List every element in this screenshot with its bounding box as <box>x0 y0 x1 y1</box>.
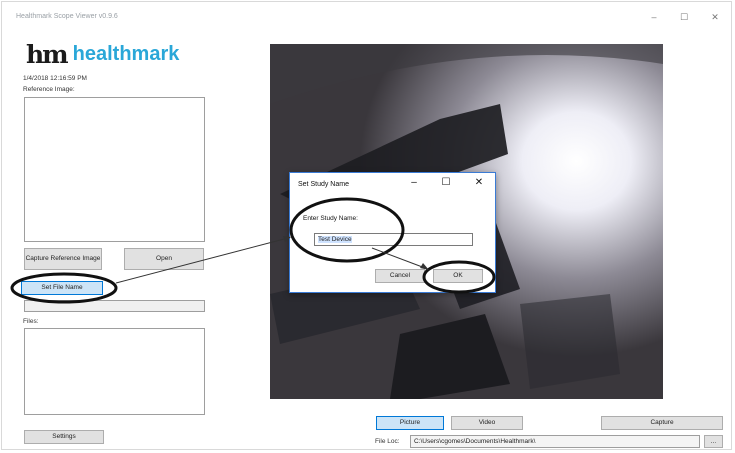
brand-logo: hm healthmark <box>26 40 179 69</box>
open-button[interactable]: Open <box>124 248 204 270</box>
study-name-value: Test Device <box>318 236 352 243</box>
browse-button[interactable]: ... <box>704 435 723 448</box>
capture-button[interactable]: Capture <box>601 416 723 430</box>
minimize-icon[interactable]: – <box>646 11 662 23</box>
study-name-label: Enter Study Name: <box>303 215 358 222</box>
settings-button[interactable]: Settings <box>24 430 104 444</box>
study-name-input[interactable]: Test Device <box>314 233 473 246</box>
dialog-maximize-icon[interactable]: ☐ <box>438 177 454 188</box>
ok-button[interactable]: OK <box>433 269 483 283</box>
brand-name: healthmark <box>72 43 180 65</box>
window-title: Healthmark Scope Viewer v0.9.6 <box>16 13 118 20</box>
files-label: Files: <box>23 318 39 325</box>
set-study-name-dialog: Set Study Name – ☐ ✕ Enter Study Name: T… <box>289 172 496 293</box>
file-loc-field[interactable]: C:\Users\cgomes\Documents\Healthmark\ <box>410 435 700 448</box>
maximize-icon[interactable]: ☐ <box>676 11 692 23</box>
video-button[interactable]: Video <box>451 416 523 430</box>
logo-mark-icon: hm <box>26 40 69 69</box>
dialog-minimize-icon[interactable]: – <box>406 177 422 188</box>
file-loc-label: File Loc: <box>375 438 400 445</box>
cancel-button[interactable]: Cancel <box>375 269 425 283</box>
file-name-field[interactable] <box>24 300 205 312</box>
reference-image-label: Reference Image: <box>23 86 75 93</box>
close-icon[interactable]: ✕ <box>707 11 723 23</box>
timestamp: 1/4/2018 12:16:59 PM <box>23 75 87 82</box>
set-file-name-button[interactable]: Set File Name <box>21 281 103 295</box>
picture-button[interactable]: Picture <box>376 416 444 430</box>
capture-reference-image-button[interactable]: Capture Reference Image <box>24 248 102 270</box>
dialog-title: Set Study Name <box>298 181 349 188</box>
files-list[interactable] <box>24 328 205 415</box>
reference-image-box <box>24 97 205 242</box>
dialog-close-icon[interactable]: ✕ <box>471 177 487 188</box>
